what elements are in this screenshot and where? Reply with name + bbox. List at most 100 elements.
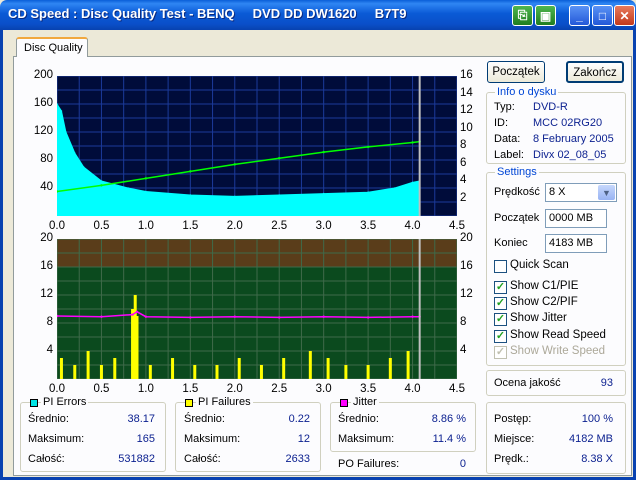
pi-failures-bar [326,358,330,379]
show-c1-label: Show C1/PIE [510,280,579,292]
y-right-tick-label: 8 [460,139,467,151]
pi-failures-title: PI Failures [196,396,253,408]
start-input[interactable]: 0000 MB [545,209,607,228]
jitter-point [233,315,236,318]
disc-info-title: Info o dysku [495,86,559,98]
pi-failures-bar [131,309,135,379]
copy-icon[interactable]: ⎘ [512,5,533,26]
x-tick-label: 2.0 [226,383,243,395]
label-value: Divx 02_08_05 [533,149,607,161]
jitter-point [366,316,370,319]
date-value: 8 February 2005 [533,133,614,145]
x-tick-label: 1.0 [137,383,154,395]
read-speed-point [322,150,325,154]
pi-failures-bar [388,358,392,379]
y-right-tick-label: 10 [460,121,473,134]
minimize-button[interactable]: _ [569,5,590,26]
y-left-tick-label: 4 [46,344,53,356]
show-read-speed-checkbox[interactable]: ✓ [494,330,507,343]
read-speed-point [233,163,236,166]
jitter-max-label: Maksimum: [338,433,395,445]
x-tick-label: 0.0 [49,383,65,395]
progress-label: Postęp: [494,413,532,425]
maximize-button[interactable]: □ [592,5,613,26]
pi-failures-bar [148,365,152,379]
jitter-legend-swatch [340,399,348,407]
read-speed-label: Prędk.: [494,453,529,465]
y-right-tick-label: 16 [460,260,473,272]
read-speed-value: 8.38 X [581,453,613,465]
label-label: Label: [494,149,524,161]
jitter-title: Jitter [351,396,379,408]
x-tick-label: 2.5 [271,220,288,232]
pi-failures-bar [135,316,139,379]
pi-failures-bar [308,351,312,379]
pi-errors-point [367,191,369,193]
speed-label: Prędkość [494,186,540,198]
jitter-point [144,315,148,318]
pie-chart-area [55,75,458,217]
pi-errors-legend-swatch [30,399,38,407]
settings-title: Settings [495,166,539,178]
pi-failures-bar [215,365,219,379]
y-right-tick-label: 6 [460,156,467,169]
pi-failures-legend-swatch [185,399,193,407]
speed-select[interactable]: 8 X ▼ [545,183,617,202]
quick-scan-label: Quick Scan [510,259,569,271]
pi-failures-chart [55,238,458,380]
pi-errors-point [278,194,281,196]
x-tick-label: 4.0 [404,383,421,395]
y-left-tick-label: 120 [33,125,53,137]
tab-label: Disc Quality [24,42,83,54]
id-value: MCC 02RG20 [533,117,603,129]
x-tick-label: 0.5 [93,220,110,232]
show-jitter-label: Show Jitter [510,312,567,324]
quality-value: 93 [600,377,613,389]
quick-scan-checkbox[interactable] [494,260,507,273]
end-label: Koniec [494,237,528,249]
pi-failures-max-label: Maksimum: [184,433,241,445]
x-tick-label: 4.5 [449,383,465,395]
y-left-tick-label: 200 [33,69,53,81]
show-jitter-checkbox[interactable]: ✓ [494,313,507,326]
position-label: Miejsce: [494,433,535,445]
save-icon[interactable]: ▣ [535,5,556,26]
pi-errors-point [411,181,414,184]
end-input[interactable]: 4183 MB [545,234,607,253]
y-left-tick-label: 12 [40,288,53,300]
jitter-max-value: 11.4 % [432,433,466,445]
pi-failures-bar [193,365,197,379]
jitter-point [411,315,414,318]
pi-errors-point [127,187,129,189]
start-button[interactable]: Początek [487,61,545,83]
pif-chart-area [55,238,458,380]
pi-errors-total-value: 531882 [118,453,155,465]
stop-button[interactable]: Zakończ [566,61,624,83]
y-left-tick-label: 80 [40,153,53,165]
show-c1-checkbox[interactable]: ✓ [494,281,507,294]
y-left-tick-label: 40 [40,181,53,193]
tab-disc-quality[interactable]: Disc Quality [16,37,88,57]
po-failures-value: 0 [459,458,466,470]
jitter-point [131,313,134,316]
x-tick-label: 3.5 [360,383,377,395]
show-c2-checkbox[interactable]: ✓ [494,297,507,310]
close-button[interactable]: ✕ [614,5,635,26]
read-speed-point [278,157,281,160]
jitter-point [322,315,325,318]
pi-failures-bar [344,365,348,379]
pi-errors-point [145,190,147,193]
y-right-tick-label: 4 [460,344,467,356]
y-right-tick-label: 12 [460,288,473,300]
pi-errors-point [322,192,325,195]
y-right-tick-label: 12 [460,104,473,116]
pi-failures-bar [113,358,117,379]
pi-failures-avg-value: 0.22 [288,413,310,425]
window-title: CD Speed : Disc Quality Test - BENQ DVD … [8,6,407,21]
pi-failures-bar [86,351,90,379]
id-label: ID: [494,117,509,129]
jitter-avg-value: 8.86 % [431,413,466,425]
x-tick-label: 2.5 [271,383,288,395]
pi-failures-bar [406,351,410,379]
chevron-down-icon[interactable]: ▼ [598,185,615,200]
